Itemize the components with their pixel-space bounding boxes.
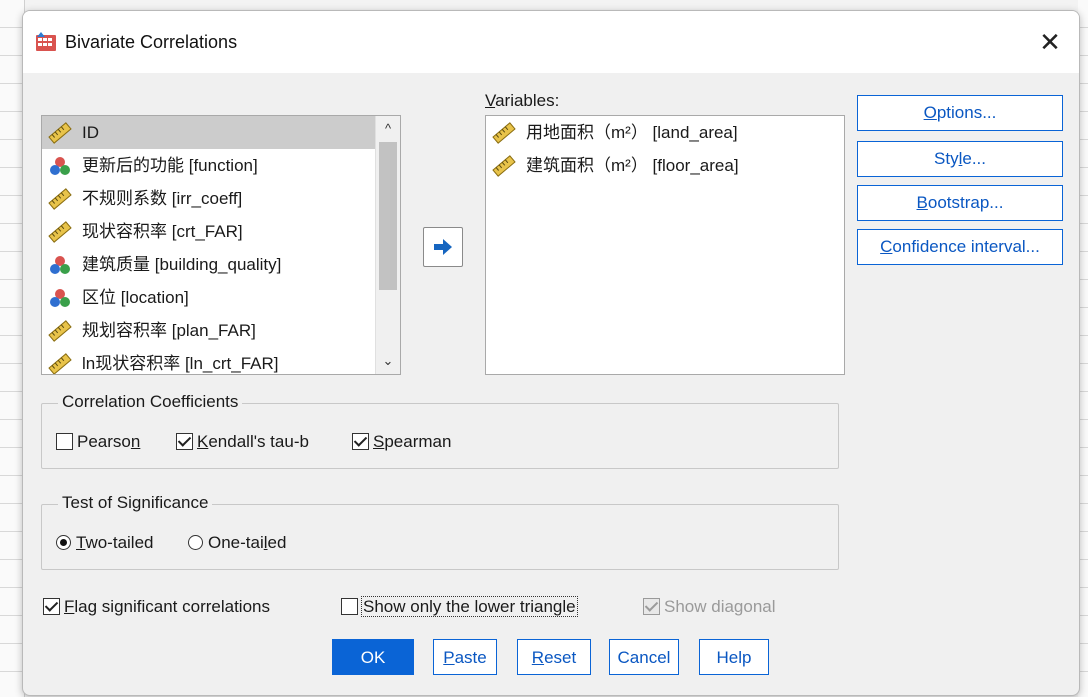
checkbox-box[interactable]	[341, 598, 358, 615]
scale-ruler-icon	[48, 320, 72, 342]
test-of-significance-group: Test of Significance Two-tailed One-tail…	[41, 493, 839, 570]
scale-ruler-icon	[492, 122, 516, 144]
variable-label: 规划容积率 [plan_FAR]	[82, 321, 256, 340]
options-button[interactable]: Options...	[857, 95, 1063, 131]
variable-label: 不规则系数 [irr_coeff]	[82, 189, 243, 208]
source-variable-item[interactable]: 现状容积率 [crt_FAR]	[42, 215, 400, 248]
variable-label: 区位 [location]	[82, 288, 189, 307]
checkbox-box[interactable]	[56, 433, 73, 450]
source-variable-item[interactable]: 不规则系数 [irr_coeff]	[42, 182, 400, 215]
variable-label: ln现状容积率 [ln_crt_FAR]	[82, 354, 279, 373]
one-tailed-radio[interactable]: One-tailed	[188, 533, 286, 553]
show-diagonal-checkbox[interactable]: Show diagonal	[643, 597, 776, 617]
checkbox-box[interactable]	[352, 433, 369, 450]
nominal-balls-icon	[50, 157, 70, 175]
radio-circle[interactable]	[188, 535, 203, 550]
right-arrow-icon	[434, 239, 452, 255]
scale-ruler-icon	[48, 221, 72, 243]
reset-button[interactable]: Reset	[517, 639, 591, 675]
lower-triangle-checkbox[interactable]: Show only the lower triangle	[341, 596, 578, 617]
scale-ruler-icon	[48, 353, 72, 374]
move-to-variables-button[interactable]	[423, 227, 463, 267]
source-variable-item[interactable]: 区位 [location]	[42, 281, 400, 314]
scale-ruler-icon	[492, 155, 516, 177]
correlation-coefficients-group: Correlation Coefficients Pearson Kendall…	[41, 392, 839, 469]
bootstrap-button[interactable]: Bootstrap...	[857, 185, 1063, 221]
variable-label: ID	[82, 123, 99, 142]
help-button[interactable]: Help	[699, 639, 769, 675]
confidence-interval-button[interactable]: Confidence interval...	[857, 229, 1063, 265]
ok-button[interactable]: OK	[332, 639, 414, 675]
pearson-checkbox[interactable]: Pearson	[56, 432, 140, 452]
checkbox-box[interactable]	[43, 598, 60, 615]
checkbox-box[interactable]	[643, 598, 660, 615]
scale-ruler-icon	[48, 188, 72, 210]
radio-circle[interactable]	[56, 535, 71, 550]
spearman-checkbox[interactable]: Spearman	[352, 432, 451, 452]
group-title: Test of Significance	[58, 493, 213, 513]
close-icon: ✕	[1039, 27, 1061, 57]
source-variable-item[interactable]: 规划容积率 [plan_FAR]	[42, 314, 400, 347]
variable-label: 用地面积（m²） [land_area]	[526, 123, 738, 142]
variables-label: Variables:	[485, 91, 560, 110]
scrollbar-thumb[interactable]	[379, 142, 397, 290]
variable-label: 建筑质量 [building_quality]	[82, 255, 282, 274]
cancel-button[interactable]: Cancel	[609, 639, 679, 675]
source-variable-item[interactable]: 建筑质量 [building_quality]	[42, 248, 400, 281]
flag-significant-checkbox[interactable]: Flag significant correlations	[43, 597, 270, 617]
spss-app-icon	[36, 32, 56, 51]
source-variable-item[interactable]: ID	[42, 116, 400, 149]
source-variable-list[interactable]: ID 更新后的功能 [function] 不规则系数 [irr_coeff] 现状容积…	[41, 115, 401, 375]
nominal-balls-icon	[50, 256, 70, 274]
scroll-down-arrow-icon[interactable]: ⌄	[376, 350, 400, 372]
dialog-title: Bivariate Correlations	[65, 32, 238, 52]
checkbox-box[interactable]	[176, 433, 193, 450]
source-list-scrollbar[interactable]: ^ ⌄	[375, 116, 400, 374]
nominal-balls-icon	[50, 289, 70, 307]
selected-variable-item[interactable]: 建筑面积（m²） [floor_area]	[486, 149, 844, 182]
scale-ruler-icon	[48, 122, 72, 144]
selected-variable-item[interactable]: 用地面积（m²） [land_area]	[486, 116, 844, 149]
paste-button[interactable]: Paste	[433, 639, 497, 675]
variable-label: 更新后的功能 [function]	[82, 156, 258, 175]
close-button[interactable]: ✕	[1021, 11, 1079, 73]
kendall-checkbox[interactable]: Kendall's tau-b	[176, 432, 309, 452]
variable-label: 现状容积率 [crt_FAR]	[82, 222, 243, 241]
scroll-up-arrow-icon[interactable]: ^	[376, 118, 400, 140]
two-tailed-radio[interactable]: Two-tailed	[56, 533, 154, 553]
style-button[interactable]: Style...	[857, 141, 1063, 177]
source-variable-item[interactable]: ln现状容积率 [ln_crt_FAR]	[42, 347, 400, 374]
source-variable-item[interactable]: 更新后的功能 [function]	[42, 149, 400, 182]
variable-label: 建筑面积（m²） [floor_area]	[526, 156, 739, 175]
bivariate-correlations-dialog: Bivariate Correlations ✕ ID 更新后的功能 [funct…	[22, 10, 1080, 696]
target-variables-list[interactable]: 用地面积（m²） [land_area] 建筑面积（m²） [floor_area…	[485, 115, 845, 375]
title-bar[interactable]: Bivariate Correlations ✕	[23, 11, 1079, 73]
group-title: Correlation Coefficients	[58, 392, 243, 412]
